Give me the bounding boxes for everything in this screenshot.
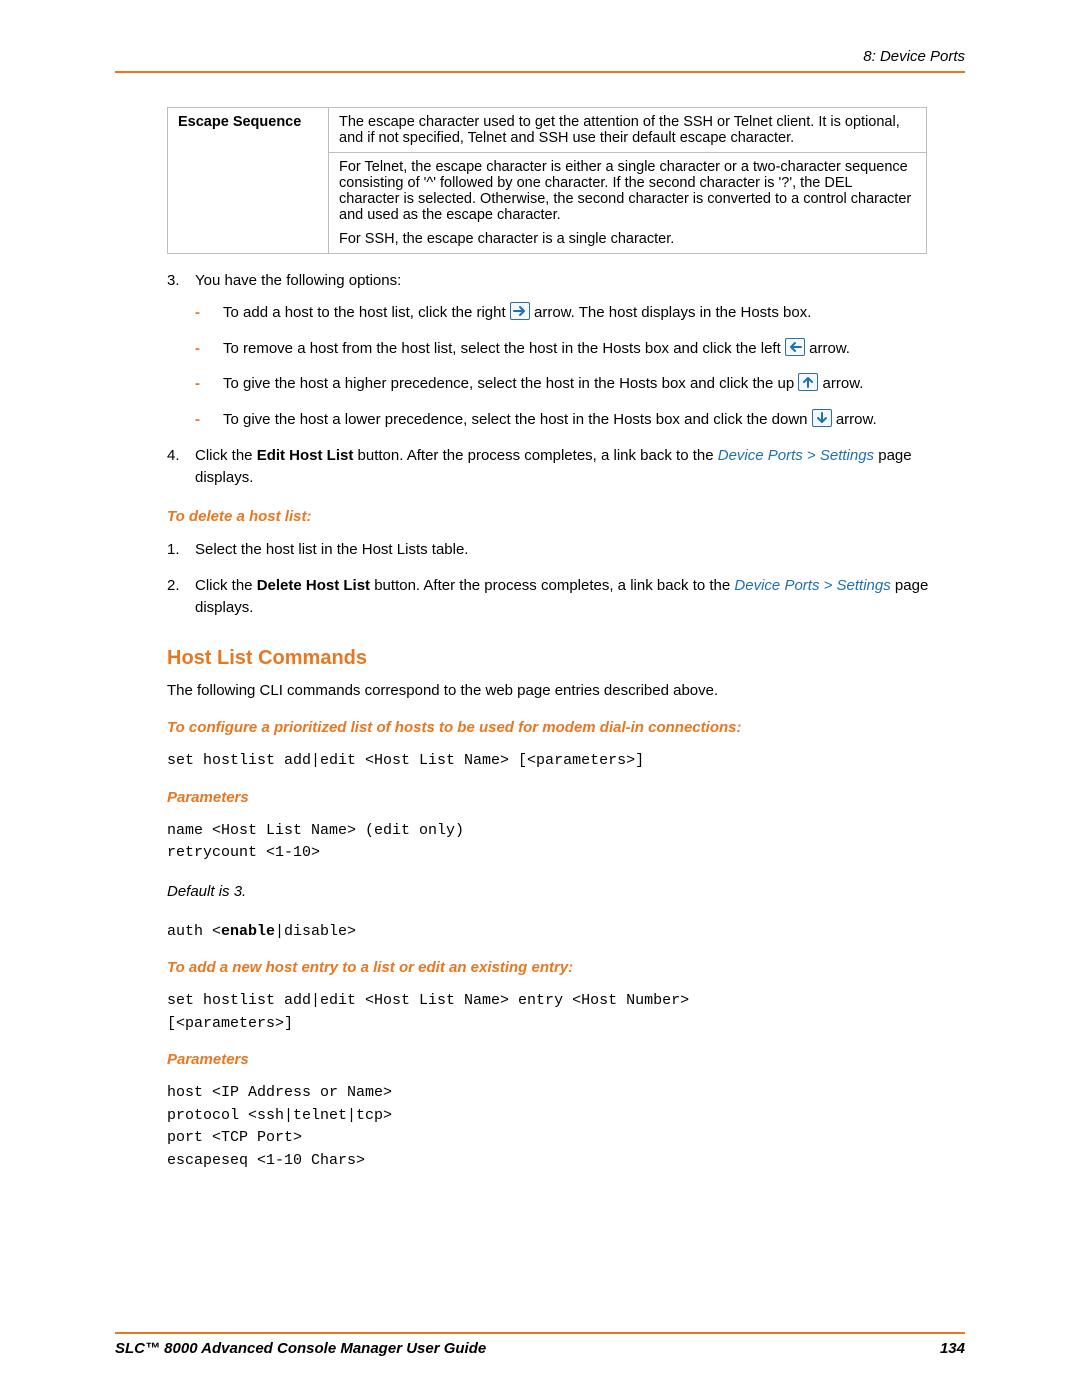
configure-code: set hostlist add|edit <Host List Name> [… — [167, 750, 965, 773]
bullet-add-host: To add a host to the host list, click th… — [195, 302, 965, 324]
header-chapter: 8: Device Ports — [863, 48, 965, 65]
page-footer: SLC™ 8000 Advanced Console Manager User … — [115, 1332, 965, 1357]
add-host-entry-heading: To add a new host entry to a list or edi… — [167, 959, 965, 976]
parameters-heading-2: Parameters — [167, 1051, 965, 1068]
host-list-commands-heading: Host List Commands — [167, 647, 965, 670]
edit-host-list-label: Edit Host List — [257, 447, 354, 464]
bullet-higher-precedence: To give the host a higher precedence, se… — [195, 373, 965, 395]
add-host-code: set hostlist add|edit <Host List Name> e… — [167, 990, 965, 1035]
step3-bullets: To add a host to the host list, click th… — [195, 302, 965, 431]
hlc-intro: The following CLI commands correspond to… — [167, 680, 965, 702]
bullet-remove-host: To remove a host from the host list, sel… — [195, 338, 965, 360]
footer-title: SLC™ 8000 Advanced Console Manager User … — [115, 1340, 486, 1357]
step3-intro: You have the following options: — [195, 272, 401, 289]
table-label: Escape Sequence — [168, 108, 329, 254]
steps-list: You have the following options: To add a… — [115, 270, 965, 488]
delete-host-list-label: Delete Host List — [257, 577, 370, 594]
default-note: Default is 3. — [167, 881, 965, 903]
page-number: 134 — [940, 1340, 965, 1357]
table-cell: For Telnet, the escape character is eith… — [329, 153, 927, 254]
delete-host-list-heading: To delete a host list: — [167, 508, 965, 525]
bullet-lower-precedence: To give the host a lower precedence, sel… — [195, 409, 965, 431]
table-cell: The escape character used to get the att… — [329, 108, 927, 153]
parameters-code: name <Host List Name> (edit only) retryc… — [167, 820, 965, 865]
step-3: You have the following options: To add a… — [167, 270, 965, 431]
configure-hosts-heading: To configure a prioritized list of hosts… — [167, 719, 965, 736]
arrow-down-icon — [812, 409, 832, 427]
table-p3: For SSH, the escape character is a singl… — [339, 231, 916, 247]
parameters-heading: Parameters — [167, 789, 965, 806]
device-ports-settings-link[interactable]: Device Ports > Settings — [734, 577, 890, 594]
step-4: Click the Edit Host List button. After t… — [167, 445, 965, 489]
arrow-up-icon — [798, 373, 818, 391]
table-p1: The escape character used to get the att… — [339, 114, 916, 146]
auth-code: auth <enable|disable> — [167, 921, 965, 944]
device-ports-settings-link[interactable]: Device Ports > Settings — [718, 447, 874, 464]
page-header: 8: Device Ports — [115, 48, 965, 73]
arrow-left-icon — [785, 338, 805, 356]
delete-step-2: Click the Delete Host List button. After… — [167, 575, 965, 619]
table-p2: For Telnet, the escape character is eith… — [339, 159, 916, 223]
delete-steps: Select the host list in the Host Lists t… — [115, 539, 965, 618]
parameters-code-2: host <IP Address or Name> protocol <ssh|… — [167, 1082, 965, 1172]
delete-step-1: Select the host list in the Host Lists t… — [167, 539, 965, 561]
escape-sequence-table: Escape Sequence The escape character use… — [167, 107, 927, 254]
arrow-right-icon — [510, 302, 530, 320]
